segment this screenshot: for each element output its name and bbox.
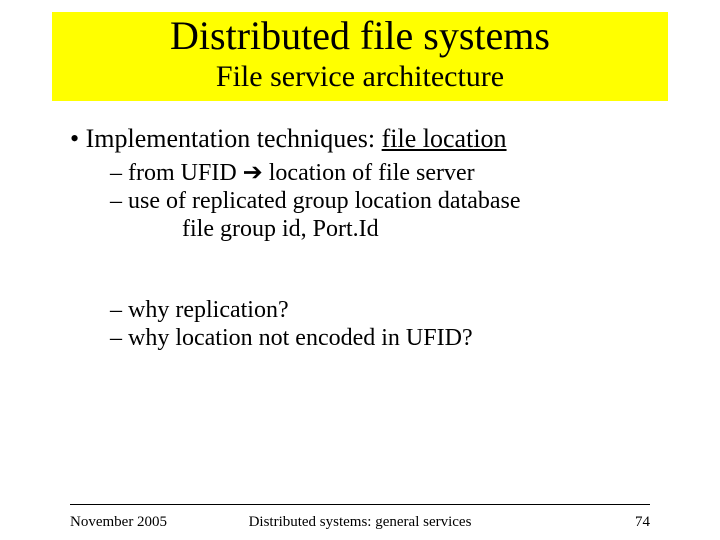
footer-center: Distributed systems: general services [0, 514, 720, 531]
sub-line-1b: location of file server [263, 160, 475, 186]
sub-line-1a: – from UFID [110, 160, 243, 186]
sub-line-1: – from UFID ➔ location of file server [110, 159, 670, 187]
slide-subtitle: File service architecture [52, 60, 668, 95]
bullet-marker: • [70, 124, 86, 153]
bullet-underlined: file location [382, 124, 507, 153]
sub-list: – from UFID ➔ location of file server – … [110, 159, 670, 353]
title-block: Distributed file systems File service ar… [52, 12, 668, 101]
sub-line-5: – why location not encoded in UFID? [110, 324, 670, 352]
slide-title: Distributed file systems [52, 14, 668, 58]
sub-line-4: – why replication? [110, 296, 670, 324]
bullet-lead: Implementation techniques: [86, 124, 382, 153]
spacer [110, 244, 670, 296]
slide: Distributed file systems File service ar… [0, 0, 720, 540]
arrow-icon: ➔ [243, 159, 263, 186]
footer-divider [70, 504, 650, 505]
sub-line-3: file group id, Port.Id [182, 215, 670, 243]
slide-body: • Implementation techniques: file locati… [70, 124, 670, 352]
footer-page: 74 [635, 514, 650, 531]
bullet-main: • Implementation techniques: file locati… [70, 124, 670, 155]
sub-line-2: – use of replicated group location datab… [110, 187, 670, 215]
